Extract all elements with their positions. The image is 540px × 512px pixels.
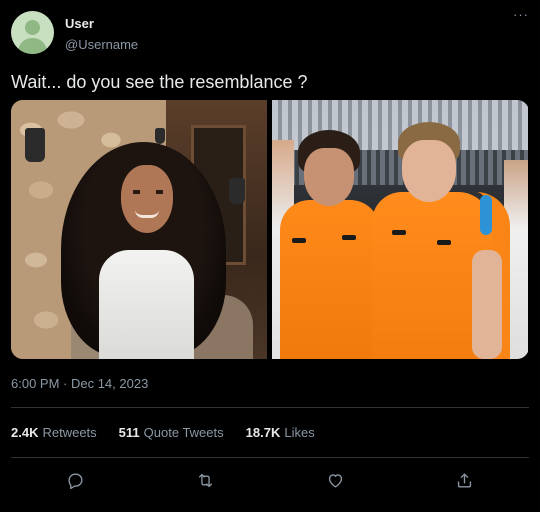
eyes — [133, 190, 163, 194]
share-icon — [457, 472, 471, 488]
woman-face — [121, 165, 173, 233]
tweet-header: User @Username ··· — [11, 8, 529, 55]
lantern-icon — [229, 178, 245, 204]
retweets-stat[interactable]: 2.4K Retweets — [11, 425, 97, 441]
lantern-icon — [155, 128, 165, 144]
avatar-head-shape — [25, 20, 40, 35]
man-face-left — [304, 148, 354, 206]
likes-stat[interactable]: 18.7K Likes — [246, 425, 315, 441]
sponsor-logo — [292, 238, 306, 243]
white-sweater — [99, 250, 194, 359]
display-name[interactable]: User — [65, 16, 138, 32]
tweet-text: Wait... do you see the resemblance ? — [11, 72, 308, 92]
quote-tweets-count: 511 — [118, 425, 140, 440]
lantern-icon — [25, 128, 45, 162]
tweet-media[interactable] — [11, 100, 529, 359]
retweet-icon — [198, 473, 212, 487]
arm — [472, 250, 502, 359]
author-names: User @Username — [65, 16, 138, 53]
divider — [11, 407, 529, 408]
avatar-body-shape — [18, 38, 47, 54]
reply-button[interactable] — [61, 466, 89, 494]
engagement-stats: 2.4K Retweets 511 Quote Tweets 18.7K Lik… — [11, 425, 337, 441]
man-face-right — [402, 140, 456, 202]
orange-shirt-left — [280, 200, 380, 359]
reply-icon — [67, 472, 83, 489]
quote-tweets-stat[interactable]: 511 Quote Tweets — [119, 425, 224, 441]
likes-label: Likes — [284, 425, 315, 440]
tweet-timestamp[interactable]: 6:00 PM · Dec 14, 2023 — [11, 376, 148, 392]
like-icon — [328, 473, 342, 488]
retweets-label: Retweets — [42, 425, 97, 440]
more-horizontal-icon[interactable]: ··· — [509, 8, 529, 25]
quote-tweets-label: Quote Tweets — [143, 425, 224, 440]
username-handle[interactable]: @Username — [65, 37, 138, 53]
sponsor-logo — [342, 235, 356, 240]
action-bar — [0, 466, 540, 494]
blue-shoulder-stripe — [480, 195, 492, 235]
avatar[interactable] — [11, 11, 54, 54]
sponsor-logo — [392, 230, 406, 235]
photo-right[interactable] — [272, 100, 528, 359]
divider — [11, 457, 529, 458]
retweet-button[interactable] — [191, 466, 219, 494]
likes-count: 18.7K — [245, 425, 281, 440]
sponsor-logo — [437, 240, 451, 245]
retweets-count: 2.4K — [11, 425, 39, 440]
photo-left[interactable] — [11, 100, 267, 359]
like-button[interactable] — [321, 466, 349, 494]
share-button[interactable] — [450, 466, 478, 494]
